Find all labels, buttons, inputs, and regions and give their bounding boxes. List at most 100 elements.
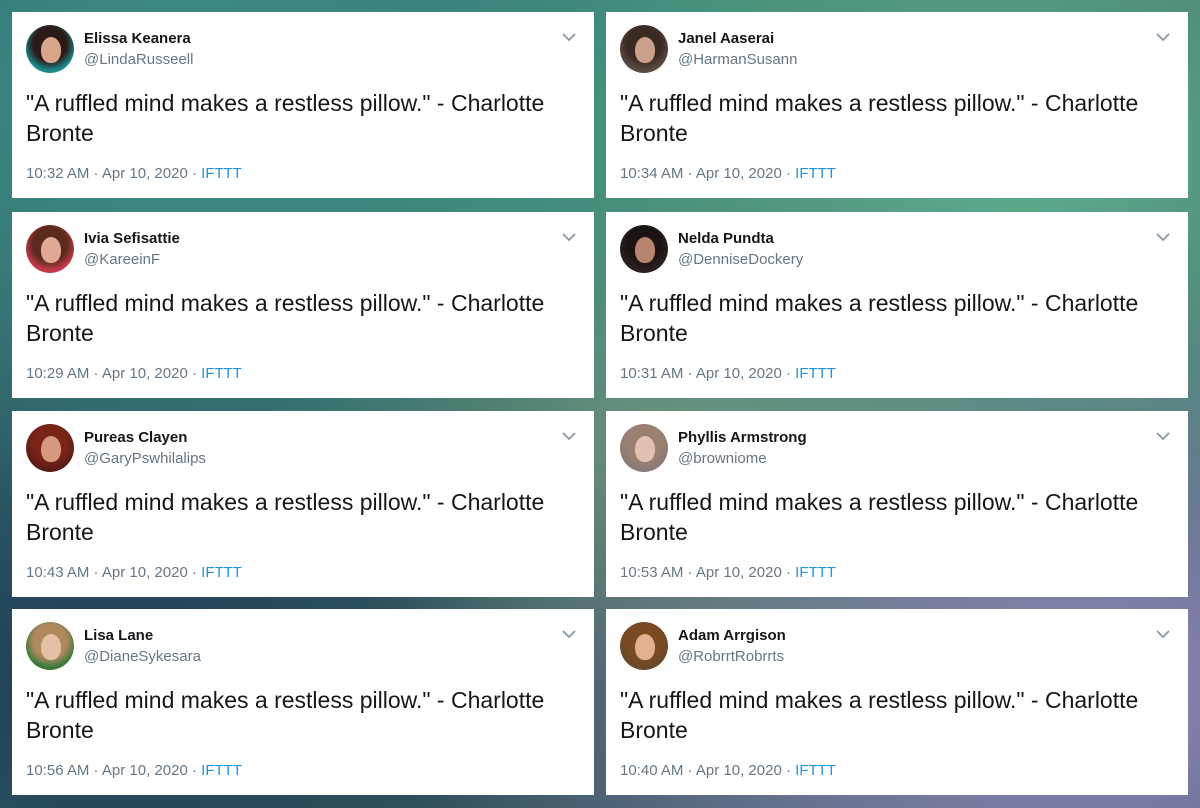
chevron-down-icon[interactable] (561, 627, 577, 641)
display-name[interactable]: Pureas Clayen (84, 429, 187, 446)
meta-separator: · (781, 564, 796, 581)
chevron-down-icon[interactable] (1155, 429, 1171, 443)
tweet-date[interactable]: Apr 10, 2020 (696, 365, 782, 382)
tweet-card[interactable]: Phyllis Armstrong @browniome "A ruffled … (606, 411, 1188, 597)
meta-separator: · (781, 165, 796, 182)
tweet-meta: 10:56 AM · Apr 10, 2020 · IFTTT (26, 762, 242, 779)
meta-separator: · (187, 165, 202, 182)
tweet-text: "A ruffled mind makes a restless pillow.… (26, 489, 545, 545)
tweet-date[interactable]: Apr 10, 2020 (102, 365, 188, 382)
tweet-text: "A ruffled mind makes a restless pillow.… (26, 687, 545, 743)
tweet-date[interactable]: Apr 10, 2020 (102, 564, 188, 581)
display-name[interactable]: Ivia Sefisattie (84, 230, 180, 247)
tweet-meta: 10:34 AM · Apr 10, 2020 · IFTTT (620, 165, 836, 182)
tweet-text: "A ruffled mind makes a restless pillow.… (620, 489, 1139, 545)
chevron-down-icon[interactable] (561, 429, 577, 443)
tweet-meta: 10:32 AM · Apr 10, 2020 · IFTTT (26, 165, 242, 182)
tweet-card[interactable]: Pureas Clayen @GaryPswhilalips "A ruffle… (12, 411, 594, 597)
meta-separator: · (781, 365, 796, 382)
meta-separator: · (683, 762, 696, 779)
user-handle[interactable]: @HarmanSusann (678, 51, 797, 68)
user-handle[interactable]: @KareeinF (84, 251, 160, 268)
display-name[interactable]: Nelda Pundta (678, 230, 774, 247)
display-name[interactable]: Adam Arrgison (678, 627, 786, 644)
tweet-card[interactable]: Janel Aaserai @HarmanSusann "A ruffled m… (606, 12, 1188, 198)
tweet-source-link[interactable]: IFTTT (795, 165, 836, 182)
tweet-time[interactable]: 10:34 AM (620, 165, 683, 182)
avatar-face (635, 237, 655, 263)
user-handle[interactable]: @RobrrtRobrrts (678, 648, 784, 665)
meta-separator: · (89, 564, 102, 581)
tweet-source-link[interactable]: IFTTT (795, 564, 836, 581)
avatar-face (635, 436, 655, 462)
user-handle[interactable]: @DianeSykesara (84, 648, 201, 665)
tweet-meta: 10:53 AM · Apr 10, 2020 · IFTTT (620, 564, 836, 581)
tweet-source-link[interactable]: IFTTT (201, 165, 242, 182)
tweet-card[interactable]: Nelda Pundta @DenniseDockery "A ruffled … (606, 212, 1188, 398)
tweet-time[interactable]: 10:29 AM (26, 365, 89, 382)
avatar[interactable] (26, 225, 74, 273)
chevron-down-icon[interactable] (561, 230, 577, 244)
tweet-time[interactable]: 10:53 AM (620, 564, 683, 581)
tweet-source-link[interactable]: IFTTT (201, 762, 242, 779)
tweet-source-link[interactable]: IFTTT (201, 365, 242, 382)
chevron-down-icon[interactable] (561, 30, 577, 44)
chevron-down-icon[interactable] (1155, 30, 1171, 44)
tweet-source-link[interactable]: IFTTT (201, 564, 242, 581)
tweet-date[interactable]: Apr 10, 2020 (696, 762, 782, 779)
avatar-face (41, 37, 61, 63)
tweet-time[interactable]: 10:31 AM (620, 365, 683, 382)
tweet-date[interactable]: Apr 10, 2020 (102, 165, 188, 182)
display-name[interactable]: Janel Aaserai (678, 30, 774, 47)
tweet-text: "A ruffled mind makes a restless pillow.… (26, 290, 545, 346)
tweet-date[interactable]: Apr 10, 2020 (696, 564, 782, 581)
avatar[interactable] (26, 25, 74, 73)
user-handle[interactable]: @GaryPswhilalips (84, 450, 206, 467)
chevron-down-icon[interactable] (1155, 627, 1171, 641)
avatar[interactable] (26, 622, 74, 670)
user-handle[interactable]: @browniome (678, 450, 767, 467)
meta-separator: · (187, 564, 202, 581)
tweet-card[interactable]: Adam Arrgison @RobrrtRobrrts "A ruffled … (606, 609, 1188, 795)
tweet-text: "A ruffled mind makes a restless pillow.… (620, 90, 1139, 146)
meta-separator: · (781, 762, 796, 779)
tweet-text: "A ruffled mind makes a restless pillow.… (620, 687, 1139, 743)
meta-separator: · (187, 762, 202, 779)
tweet-time[interactable]: 10:56 AM (26, 762, 89, 779)
avatar[interactable] (620, 622, 668, 670)
tweet-meta: 10:29 AM · Apr 10, 2020 · IFTTT (26, 365, 242, 382)
tweet-time[interactable]: 10:40 AM (620, 762, 683, 779)
meta-separator: · (683, 165, 696, 182)
tweet-card[interactable]: Elissa Keanera @LindaRusseell "A ruffled… (12, 12, 594, 198)
tweet-card[interactable]: Lisa Lane @DianeSykesara "A ruffled mind… (12, 609, 594, 795)
tweet-date[interactable]: Apr 10, 2020 (102, 762, 188, 779)
tweet-source-link[interactable]: IFTTT (795, 365, 836, 382)
meta-separator: · (89, 365, 102, 382)
avatar-face (41, 237, 61, 263)
avatar[interactable] (620, 225, 668, 273)
tweet-time[interactable]: 10:43 AM (26, 564, 89, 581)
tweet-time[interactable]: 10:32 AM (26, 165, 89, 182)
user-handle[interactable]: @LindaRusseell (84, 51, 193, 68)
tweet-card[interactable]: Ivia Sefisattie @KareeinF "A ruffled min… (12, 212, 594, 398)
display-name[interactable]: Lisa Lane (84, 627, 153, 644)
meta-separator: · (683, 365, 696, 382)
chevron-down-icon[interactable] (1155, 230, 1171, 244)
tweet-meta: 10:43 AM · Apr 10, 2020 · IFTTT (26, 564, 242, 581)
tweet-meta: 10:40 AM · Apr 10, 2020 · IFTTT (620, 762, 836, 779)
tweet-text: "A ruffled mind makes a restless pillow.… (620, 290, 1139, 346)
display-name[interactable]: Phyllis Armstrong (678, 429, 807, 446)
tweet-collage: Elissa Keanera @LindaRusseell "A ruffled… (0, 0, 1200, 808)
tweet-date[interactable]: Apr 10, 2020 (696, 165, 782, 182)
tweet-meta: 10:31 AM · Apr 10, 2020 · IFTTT (620, 365, 836, 382)
tweet-text: "A ruffled mind makes a restless pillow.… (26, 90, 545, 146)
meta-separator: · (89, 762, 102, 779)
user-handle[interactable]: @DenniseDockery (678, 251, 803, 268)
avatar[interactable] (620, 25, 668, 73)
avatar-face (41, 634, 61, 660)
avatar[interactable] (26, 424, 74, 472)
avatar[interactable] (620, 424, 668, 472)
tweet-source-link[interactable]: IFTTT (795, 762, 836, 779)
display-name[interactable]: Elissa Keanera (84, 30, 191, 47)
meta-separator: · (187, 365, 202, 382)
